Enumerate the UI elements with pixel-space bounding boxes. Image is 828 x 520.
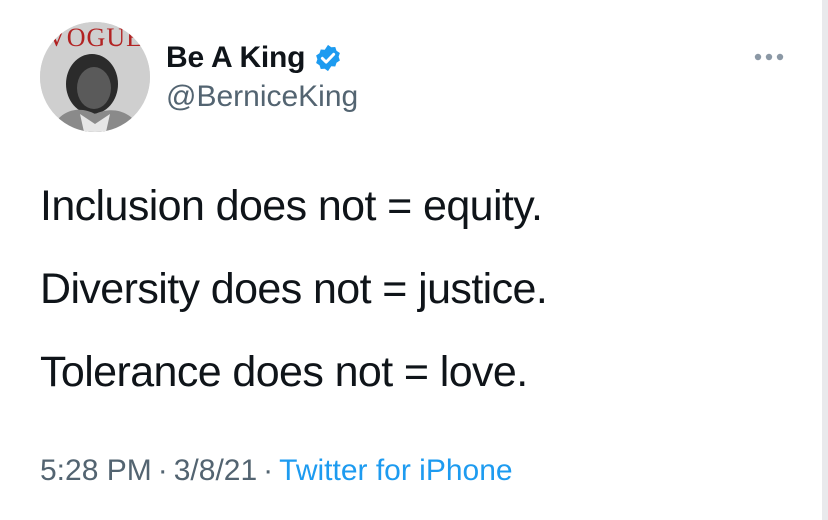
display-name[interactable]: Be A King: [166, 41, 306, 75]
more-options-icon[interactable]: [752, 48, 786, 66]
verified-badge-icon: [313, 43, 343, 73]
tweet-source-link[interactable]: Twitter for iPhone: [279, 454, 512, 487]
tweet-card: VOGUE Be A King @BerniceKing Inclusion d…: [0, 0, 828, 520]
tweet-time[interactable]: 5:28 PM: [40, 454, 152, 487]
name-row: Be A King: [166, 38, 343, 78]
tweet-text-line: Diversity does not = justice.: [40, 265, 548, 313]
screen-edge: [822, 0, 828, 520]
avatar[interactable]: VOGUE: [40, 22, 150, 132]
tweet-date[interactable]: 3/8/21: [174, 454, 257, 487]
avatar-magazine-logo: VOGUE: [47, 23, 143, 52]
tweet-metadata: 5:28 PM · 3/8/21 · Twitter for iPhone: [40, 454, 513, 488]
user-handle[interactable]: @BerniceKing: [166, 80, 358, 114]
meta-separator: ·: [157, 454, 168, 487]
avatar-photo: VOGUE: [40, 22, 150, 132]
tweet-text-line: Inclusion does not = equity.: [40, 182, 543, 230]
tweet-text-line: Tolerance does not = love.: [40, 348, 528, 396]
meta-separator: ·: [263, 454, 274, 487]
